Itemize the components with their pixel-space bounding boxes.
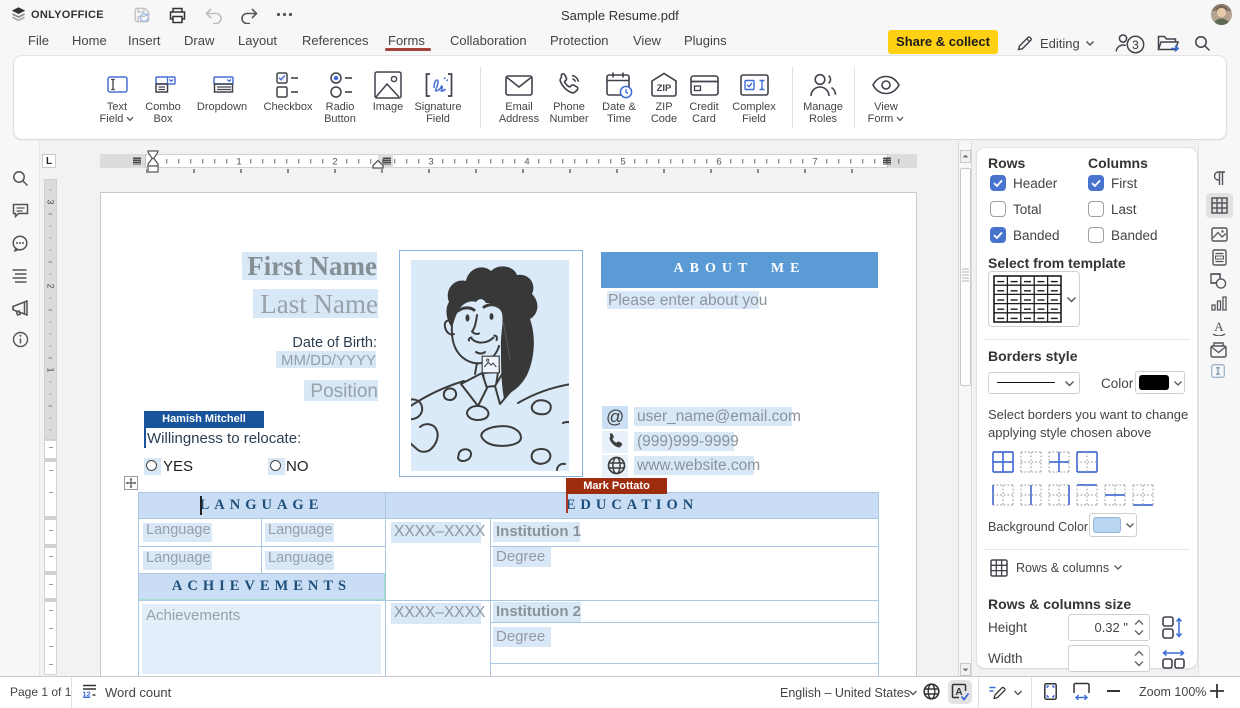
svg-text:1: 1: [46, 367, 56, 372]
svg-text:3: 3: [1132, 38, 1139, 52]
svg-text:1: 1: [236, 157, 241, 168]
svg-text:A: A: [955, 687, 962, 698]
svg-text:5: 5: [620, 157, 625, 168]
svg-text:7: 7: [812, 157, 817, 168]
svg-text:4: 4: [524, 157, 529, 168]
svg-text:2: 2: [46, 283, 56, 288]
svg-text:2: 2: [332, 157, 337, 168]
svg-text:3: 3: [428, 157, 433, 168]
svg-text:12: 12: [82, 690, 90, 699]
svg-text:A: A: [1214, 319, 1224, 334]
svg-text:6: 6: [716, 157, 721, 168]
svg-text:ZIP: ZIP: [657, 83, 672, 94]
svg-text:3: 3: [46, 199, 56, 204]
